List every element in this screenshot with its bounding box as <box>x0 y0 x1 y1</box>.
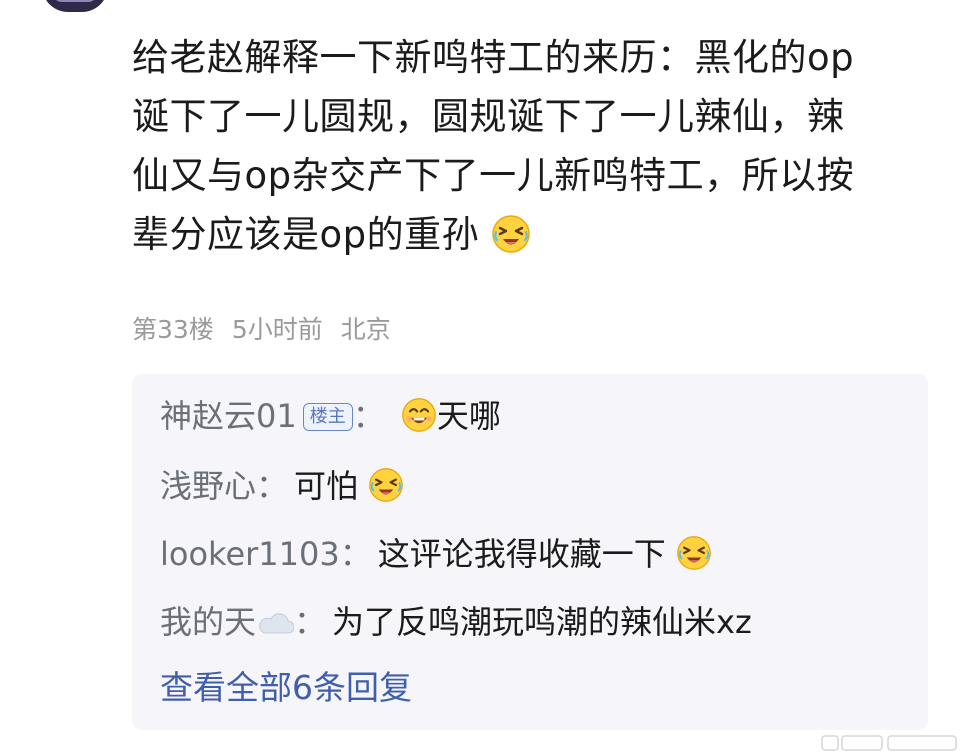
reply-item[interactable]: 浅野心： 可怕 <box>160 466 404 506</box>
comment-line: 仙又与op杂交产下了一儿新鸣特工，所以按 <box>132 154 855 197</box>
replies-panel: 神赵云01 楼主： 天哪 浅野心： 可怕 looker1103： 这评论我得收藏… <box>132 374 928 730</box>
reply-colon: ： <box>294 603 327 641</box>
floor-number: 第33楼 <box>132 315 214 344</box>
laughing-face-emoji <box>677 536 711 570</box>
reply-author[interactable]: 我的天 <box>160 603 256 641</box>
watermark-icon <box>821 735 957 751</box>
reply-text: 可怕 <box>294 467 359 505</box>
reply-author[interactable]: looker1103 <box>160 535 340 573</box>
grinning-face-emoji <box>402 398 436 432</box>
comment-line: 诞下了一儿圆规，圆规诞下了一儿辣仙，辣 <box>132 95 845 138</box>
reply-text: 这评论我得收藏一下 <box>377 535 666 573</box>
cloud-icon <box>259 613 295 634</box>
reply-item[interactable]: 神赵云01 楼主： 天哪 <box>160 396 501 436</box>
reply-item[interactable]: looker1103： 这评论我得收藏一下 <box>160 534 712 574</box>
view-all-replies-link[interactable]: 查看全部6条回复 <box>160 666 412 710</box>
post-time: 5小时前 <box>231 315 323 344</box>
comment-line: 给老赵解释一下新鸣特工的来历：黑化的op <box>132 36 855 79</box>
reply-colon: ： <box>352 397 385 435</box>
op-badge: 楼主 <box>302 403 353 431</box>
reply-text: 为了反鸣潮玩鸣潮的辣仙米xz <box>332 603 752 641</box>
post-location: 北京 <box>340 315 391 344</box>
reply-author[interactable]: 浅野心 <box>160 467 256 505</box>
reply-author[interactable]: 神赵云01 <box>160 397 297 435</box>
avatar[interactable] <box>42 0 108 12</box>
reply-colon: ： <box>339 535 372 573</box>
laughing-face-emoji <box>492 215 531 253</box>
comment-text: 给老赵解释一下新鸣特工的来历：黑化的op 诞下了一儿圆规，圆规诞下了一儿辣仙，辣… <box>132 28 912 264</box>
comment-line: 辈分应该是op的重孙 <box>132 213 480 256</box>
reply-text: 天哪 <box>436 397 501 435</box>
comment-meta: 第33楼 5小时前 北京 <box>132 310 391 346</box>
reply-colon: ： <box>256 467 289 505</box>
laughing-face-emoji <box>369 468 404 502</box>
comment-screen: 给老赵解释一下新鸣特工的来历：黑化的op 诞下了一儿圆规，圆规诞下了一儿辣仙，辣… <box>0 0 960 754</box>
reply-item[interactable]: 我的天 ：为了反鸣潮玩鸣潮的辣仙米xz <box>160 602 752 642</box>
